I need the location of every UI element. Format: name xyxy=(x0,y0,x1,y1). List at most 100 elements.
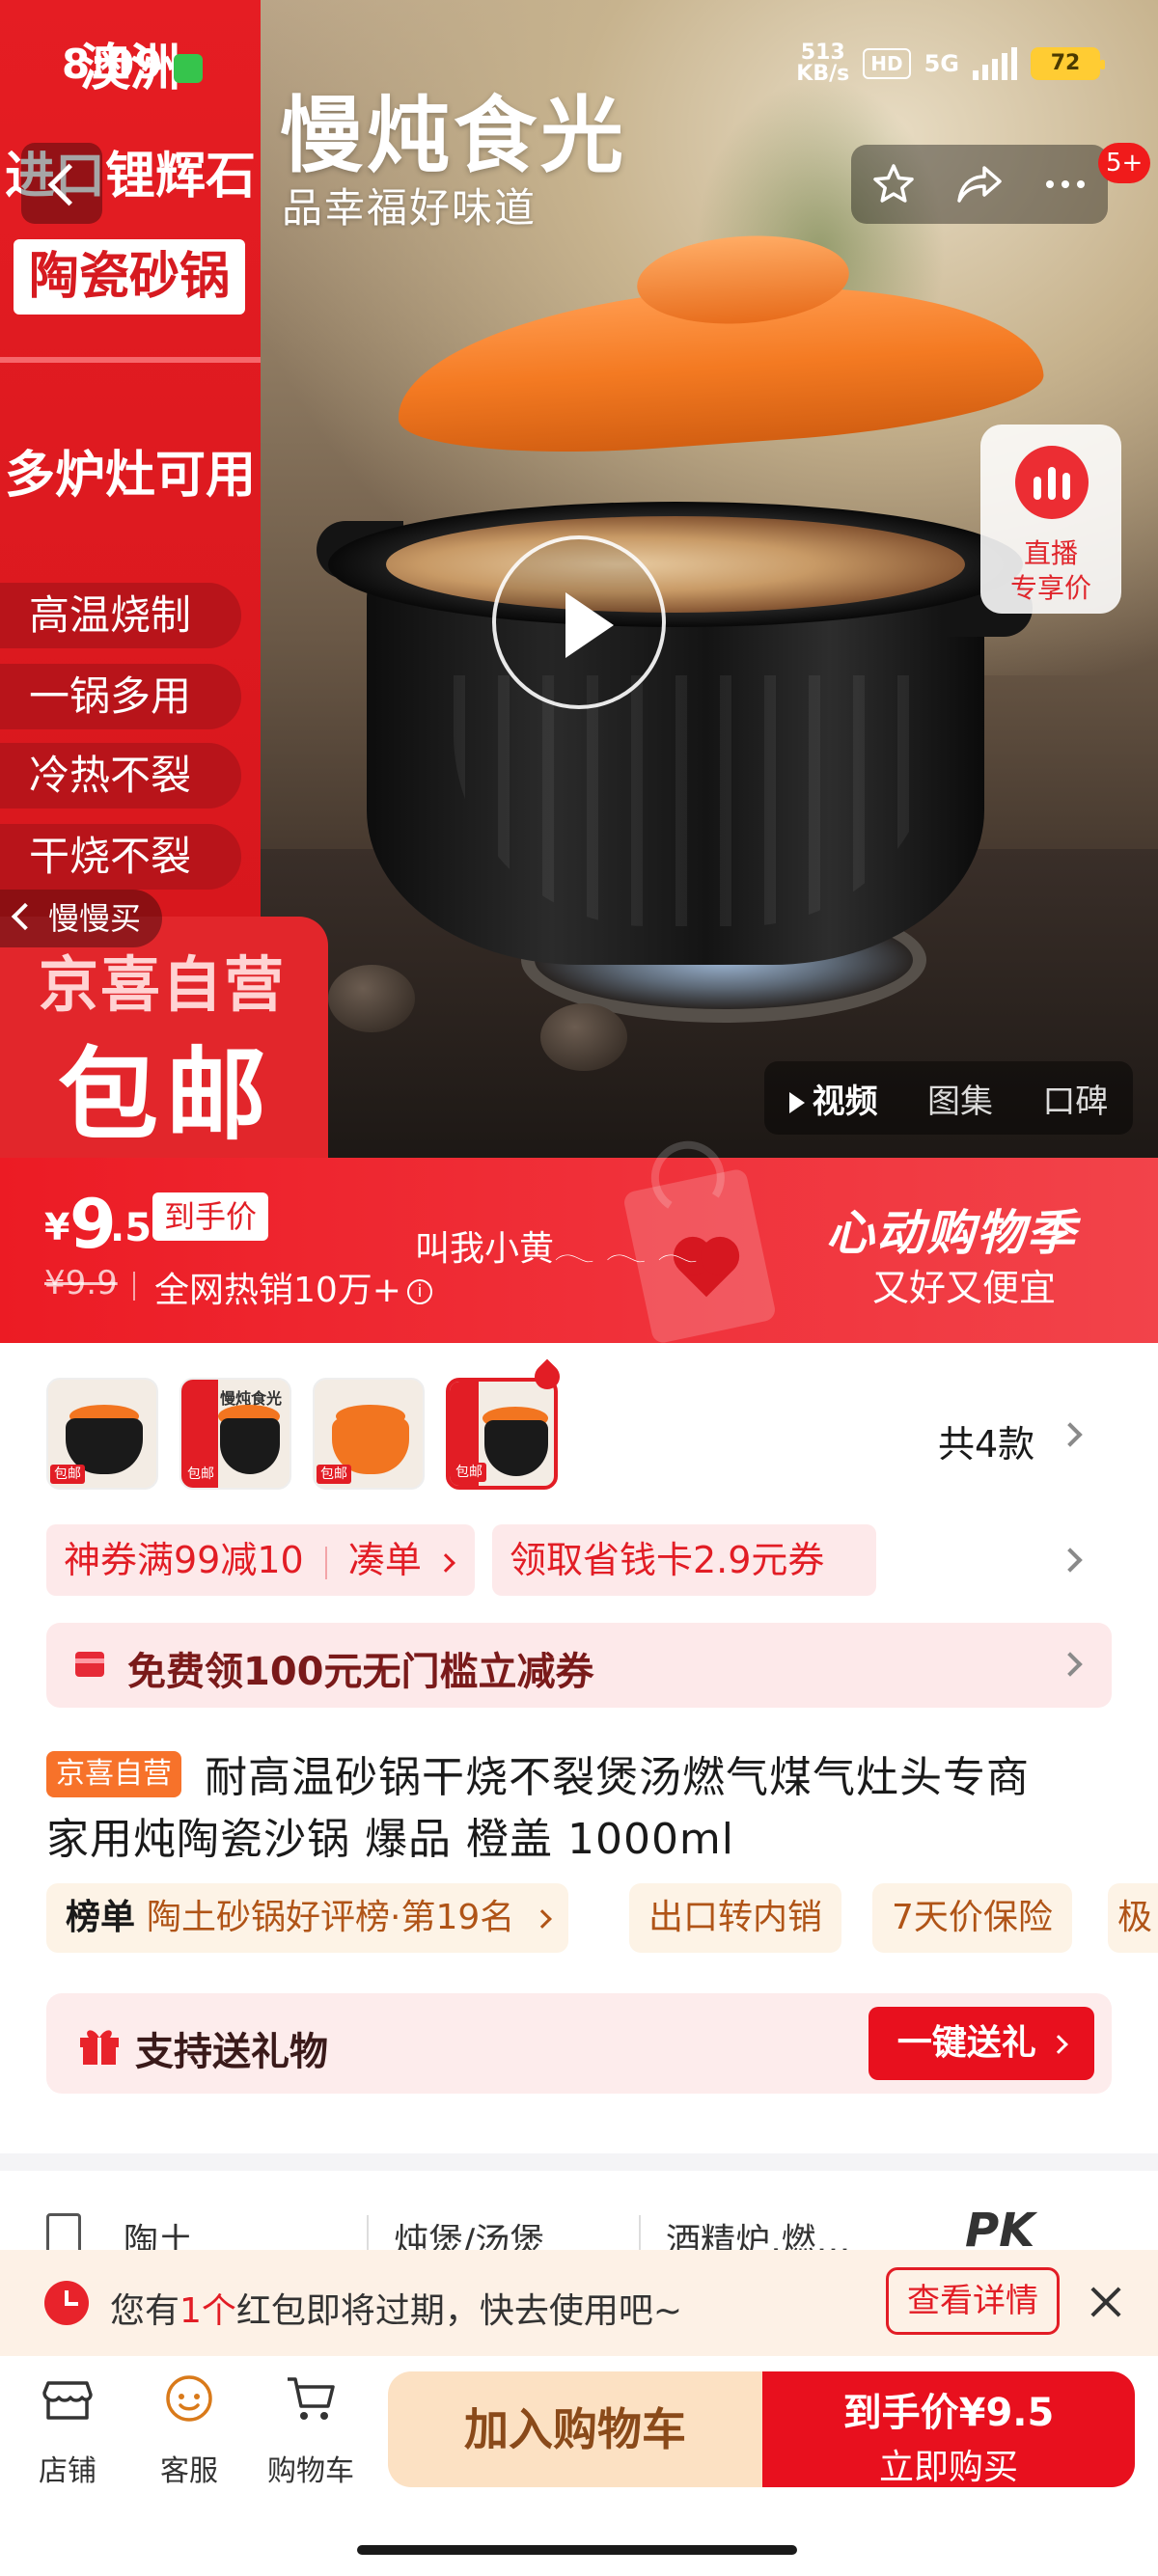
tab-service[interactable]: 客服 xyxy=(131,2370,247,2489)
service-chip[interactable]: 出口转内销 xyxy=(629,1883,842,1953)
live-price-label: 专享价 xyxy=(1009,572,1091,604)
network-type: 5G xyxy=(924,50,959,77)
shopping-cart-icon xyxy=(288,2377,335,2420)
tab-video-label: 视频 xyxy=(812,1082,878,1121)
status-time: 8:09 xyxy=(62,41,163,88)
promo-divider xyxy=(0,357,261,363)
service-chip[interactable]: 7天价保险 xyxy=(872,1883,1072,1953)
slow-buy-button[interactable]: 慢慢买 xyxy=(0,890,163,947)
info-icon[interactable]: i xyxy=(406,1279,432,1304)
coupon-discount-label: 神券满99减10 xyxy=(64,1539,304,1581)
variant-thumb[interactable]: 慢炖食光 包邮 xyxy=(179,1378,291,1490)
card-icon xyxy=(75,1652,104,1677)
promo-tag: 陶瓷砂锅 xyxy=(14,239,245,315)
sales-info[interactable]: 全网热销10万+ i xyxy=(154,1262,432,1312)
share-icon[interactable] xyxy=(951,155,1008,213)
hd-icon: HD xyxy=(863,48,911,79)
live-label: 直播 xyxy=(1023,537,1078,569)
tab-video[interactable]: 视频 xyxy=(788,1075,878,1122)
stove-knob xyxy=(540,1003,627,1071)
original-price: ¥9.9 xyxy=(44,1264,118,1302)
play-video-button[interactable] xyxy=(492,535,666,709)
message-badge: 5+ xyxy=(1098,143,1151,183)
tab-service-label: 客服 xyxy=(160,2454,218,2488)
price-divider xyxy=(133,1272,135,1301)
coupon-combine-label: 凑单 xyxy=(347,1539,422,1581)
variant-thumb-selected[interactable]: 包邮 xyxy=(446,1378,558,1490)
tab-cart[interactable]: 购物车 xyxy=(253,2370,369,2489)
thumb-label: 包邮 xyxy=(317,1465,351,1484)
coupon-chip-savings-card[interactable]: 领取省钱卡2.9元券 xyxy=(492,1524,876,1596)
media-tabs: 视频 图集 口碑 xyxy=(764,1061,1133,1135)
tab-gallery[interactable]: 图集 xyxy=(927,1075,993,1122)
view-details-button[interactable]: 查看详情 xyxy=(886,2267,1060,2335)
service-chip[interactable]: 极 xyxy=(1108,1883,1158,1953)
hero-subtitle: 品幸福好味道 xyxy=(282,184,538,232)
back-button[interactable] xyxy=(21,143,102,224)
promo-multi-stove: 多炉灶可用 xyxy=(4,447,256,505)
tab-reviews[interactable]: 口碑 xyxy=(1042,1075,1108,1122)
net-speed-unit: KB/s xyxy=(796,62,850,86)
pot-thumb xyxy=(484,1420,548,1476)
gift-icon xyxy=(80,2030,119,2065)
promo-feature: 干烧不裂 xyxy=(0,824,241,890)
promo-free-shipping: 包邮 xyxy=(58,1036,275,1154)
more-icon[interactable] xyxy=(1036,155,1094,213)
final-price-tag: 到手价 xyxy=(152,1192,269,1241)
tab-cart-label: 购物车 xyxy=(267,2454,354,2488)
live-price-card[interactable]: 直播 专享价 xyxy=(980,425,1121,614)
thumb-label: 包邮 xyxy=(452,1463,486,1482)
rank-text: 陶土砂锅好评榜·第19名 xyxy=(147,1898,515,1937)
home-indicator[interactable] xyxy=(357,2545,797,2555)
net-speed: 513 KB/s xyxy=(796,42,849,85)
free-coupon-text: 免费领100元无门槛立减券 xyxy=(127,1650,594,1694)
close-icon[interactable] xyxy=(1087,2283,1125,2321)
promo-brand: 京喜自营 xyxy=(39,949,287,1020)
buy-now-price: 到手价¥9.5 xyxy=(842,2391,1055,2435)
customer-service-icon xyxy=(166,2375,212,2422)
slow-buy-label: 慢慢买 xyxy=(48,900,142,937)
gift-text: 支持送礼物 xyxy=(135,2030,328,2074)
notice-count: 1个 xyxy=(179,2291,236,2331)
hero-title: 慢炖食光 xyxy=(280,88,627,184)
send-gift-button[interactable]: 一键送礼 xyxy=(868,2007,1094,2080)
variant-thumb[interactable]: 包邮 xyxy=(46,1378,158,1490)
store-icon xyxy=(42,2381,93,2420)
add-to-cart-button[interactable]: 加入购物车 xyxy=(388,2371,762,2487)
promo-feature: 一锅多用 xyxy=(0,664,241,729)
buy-now-button[interactable]: 到手价¥9.5 立即购买 xyxy=(762,2371,1135,2487)
notice-text: 您有1个红包即将过期，快去使用吧~ xyxy=(110,2283,682,2333)
live-icon xyxy=(1015,446,1089,519)
hero-media[interactable]: 慢炖食光 品幸福好味道 澳洲 进口锂辉石 陶瓷砂锅 多炉灶可用 高温烧制 一锅多… xyxy=(0,0,1158,1158)
variant-count[interactable]: 共4款 xyxy=(938,1414,1034,1467)
tab-store-label: 店铺 xyxy=(39,2454,96,2488)
thumb-label: 包邮 xyxy=(183,1465,218,1484)
season-subtitle: 又好又便宜 xyxy=(872,1267,1057,1309)
variant-thumb[interactable]: 包邮 xyxy=(313,1378,425,1490)
clock-icon xyxy=(44,2281,89,2325)
buy-now-label: 立即购买 xyxy=(878,2448,1018,2487)
promo-feature: 冷热不裂 xyxy=(0,743,241,808)
notification-icon xyxy=(174,54,203,83)
signal-icon xyxy=(973,47,1017,80)
tab-store[interactable]: 店铺 xyxy=(10,2370,125,2489)
coupon-chip-discount[interactable]: 神券满99减10 凑单 xyxy=(46,1524,475,1596)
product-title: 耐高温砂锅干烧不裂煲汤燃气煤气灶头专商 xyxy=(205,1753,1030,1802)
notice-prefix: 您有 xyxy=(110,2291,180,2331)
status-icons: 513 KB/s HD 5G 72 xyxy=(796,42,1105,85)
favorite-star-icon[interactable] xyxy=(865,155,923,213)
rank-chip[interactable]: 榜单 陶土砂锅好评榜·第19名 xyxy=(46,1883,568,1953)
self-operated-badge: 京喜自营 xyxy=(46,1751,181,1797)
battery-icon: 72 xyxy=(1031,47,1105,80)
top-action-bar xyxy=(851,145,1108,224)
price-decimal: .5 xyxy=(110,1206,152,1250)
promo-feature: 高温烧制 xyxy=(0,583,241,648)
notice-suffix: 红包即将过期，快去使用吧~ xyxy=(235,2291,683,2331)
season-title: 心动购物季 xyxy=(826,1205,1077,1261)
thumb-label: 包邮 xyxy=(50,1465,85,1484)
play-icon xyxy=(788,1092,805,1113)
chevron-left-icon xyxy=(11,902,40,931)
rank-label: 榜单 xyxy=(66,1898,136,1937)
coupon-divider xyxy=(324,1546,327,1579)
pot-food xyxy=(386,516,965,613)
